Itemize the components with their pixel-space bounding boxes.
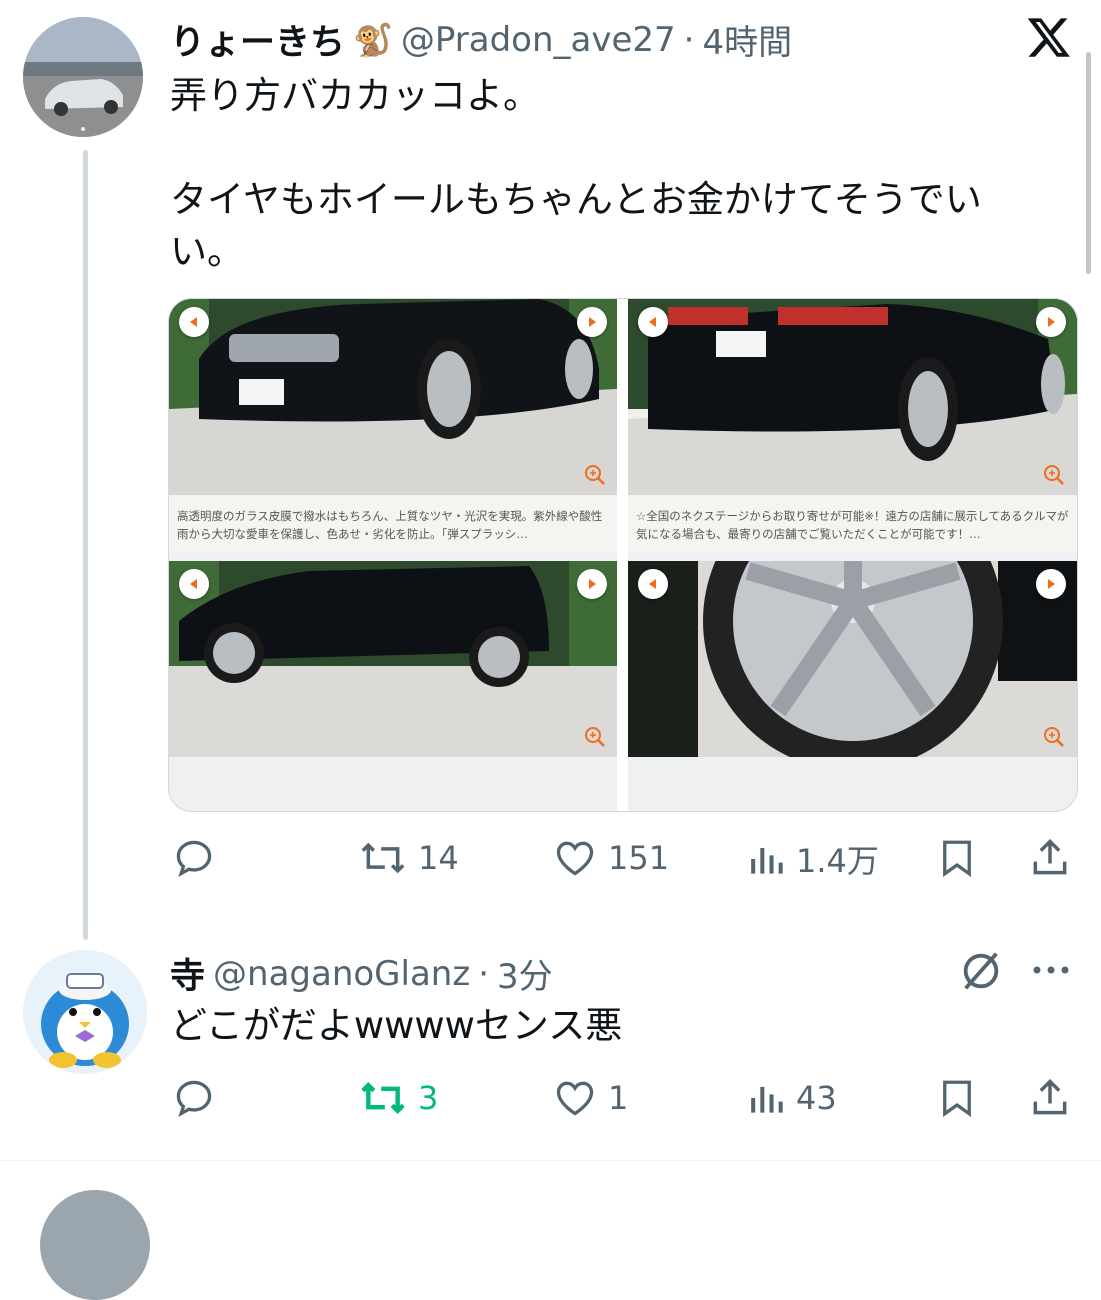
views-count: 1.4万 — [796, 842, 879, 880]
bookmark-icon — [943, 840, 971, 877]
media-image-side[interactable] — [169, 561, 617, 757]
zoom-icon[interactable] — [583, 725, 607, 749]
like-count: 151 — [608, 839, 670, 877]
reply-icon — [176, 840, 212, 878]
arrow-right-icon[interactable] — [1036, 307, 1066, 337]
arrow-left-icon[interactable] — [638, 569, 668, 599]
views-button[interactable]: 1.4万 — [746, 836, 879, 882]
reply-icon — [176, 1080, 212, 1118]
share-button[interactable] — [1028, 1076, 1072, 1120]
media-image-front[interactable] — [169, 299, 617, 495]
media-image-rear[interactable] — [628, 299, 1077, 495]
retweet-icon — [361, 842, 405, 874]
author-handle[interactable]: @naganoGlanz — [213, 954, 470, 994]
arrow-right-icon[interactable] — [577, 307, 607, 337]
like-icon — [556, 1081, 594, 1116]
views-icon — [751, 1087, 783, 1113]
tweet-text: 弄り方バカカッコよ。 タイヤもホイールもちゃんとお金かけてそうでいい。 — [170, 74, 982, 273]
like-button[interactable]: 1 — [552, 1076, 628, 1120]
avatar[interactable] — [23, 950, 147, 1074]
bookmark-button[interactable] — [936, 1076, 978, 1120]
separator-dot: · — [683, 19, 695, 60]
avatar[interactable] — [40, 1190, 150, 1300]
author-display-name[interactable]: 寺 — [170, 948, 205, 999]
more-icon[interactable] — [1030, 955, 1072, 985]
reply-button[interactable] — [172, 1076, 216, 1120]
like-icon — [556, 841, 594, 876]
media-caption-box: ☆全国のネクステージからお取り寄せが可能※！遠方の店舗に展示してあるクルマが気に… — [628, 495, 1077, 553]
retweet-icon — [361, 1082, 405, 1114]
zoom-icon[interactable] — [583, 463, 607, 487]
zoom-icon[interactable] — [1042, 463, 1066, 487]
like-button[interactable]: 151 — [552, 836, 669, 880]
media-image-wheel[interactable] — [628, 561, 1077, 757]
like-count: 1 — [608, 1079, 629, 1117]
arrow-left-icon[interactable] — [179, 569, 209, 599]
share-button[interactable] — [1028, 836, 1072, 880]
reply-button[interactable] — [172, 836, 216, 880]
thread-connector-line — [83, 150, 88, 940]
arrow-right-icon[interactable] — [577, 569, 607, 599]
x-logo-icon[interactable] — [1026, 14, 1072, 60]
tweet-text: どこがだよwwwwセンス悪 — [170, 1004, 623, 1047]
avatar-car-photo — [23, 17, 143, 137]
views-count: 43 — [796, 1079, 837, 1117]
separator-dot: · — [478, 953, 490, 994]
timeline-divider — [0, 1160, 1101, 1161]
retweet-count: 3 — [418, 1079, 439, 1117]
media-gutter — [617, 299, 628, 811]
views-icon — [751, 848, 783, 874]
author-display-name[interactable]: りょーきち — [170, 14, 345, 65]
arrow-left-icon[interactable] — [179, 307, 209, 337]
arrow-right-icon[interactable] — [1036, 569, 1066, 599]
tweet-time[interactable]: 3分 — [497, 949, 553, 998]
bookmark-icon — [943, 1080, 971, 1117]
zoom-icon[interactable] — [1042, 725, 1066, 749]
retweet-button[interactable]: 3 — [358, 1076, 438, 1120]
scrollbar[interactable] — [1086, 52, 1091, 274]
avatar-penguin-character — [23, 950, 147, 1074]
grok-icon[interactable] — [958, 948, 1004, 994]
author-handle[interactable]: @Pradon_ave27 — [401, 20, 676, 60]
arrow-left-icon[interactable] — [638, 307, 668, 337]
retweet-count: 14 — [418, 839, 459, 877]
media-caption-box: 高透明度のガラス皮膜で撥水はもちろん、上質なツヤ・光沢を実現。紫外線や酸性雨から… — [169, 495, 617, 553]
bookmark-button[interactable] — [936, 836, 978, 880]
name-emoji: 🐒 — [353, 20, 393, 59]
media-caption-left: 高透明度のガラス皮膜で撥水はもちろん、上質なツヤ・光沢を実現。紫外線や酸性雨から… — [177, 509, 603, 541]
avatar[interactable] — [23, 17, 143, 137]
retweet-button[interactable]: 14 — [358, 836, 459, 880]
tweet-time[interactable]: 4時間 — [702, 15, 792, 64]
media-caption-right: ☆全国のネクステージからお取り寄せが可能※！遠方の店舗に展示してあるクルマが気に… — [636, 509, 1069, 541]
share-icon — [1033, 839, 1067, 875]
share-icon — [1033, 1079, 1067, 1115]
media-grid[interactable]: 高透明度のガラス皮膜で撥水はもちろん、上質なツヤ・光沢を実現。紫外線や酸性雨から… — [168, 298, 1078, 812]
views-button[interactable]: 43 — [746, 1076, 837, 1120]
